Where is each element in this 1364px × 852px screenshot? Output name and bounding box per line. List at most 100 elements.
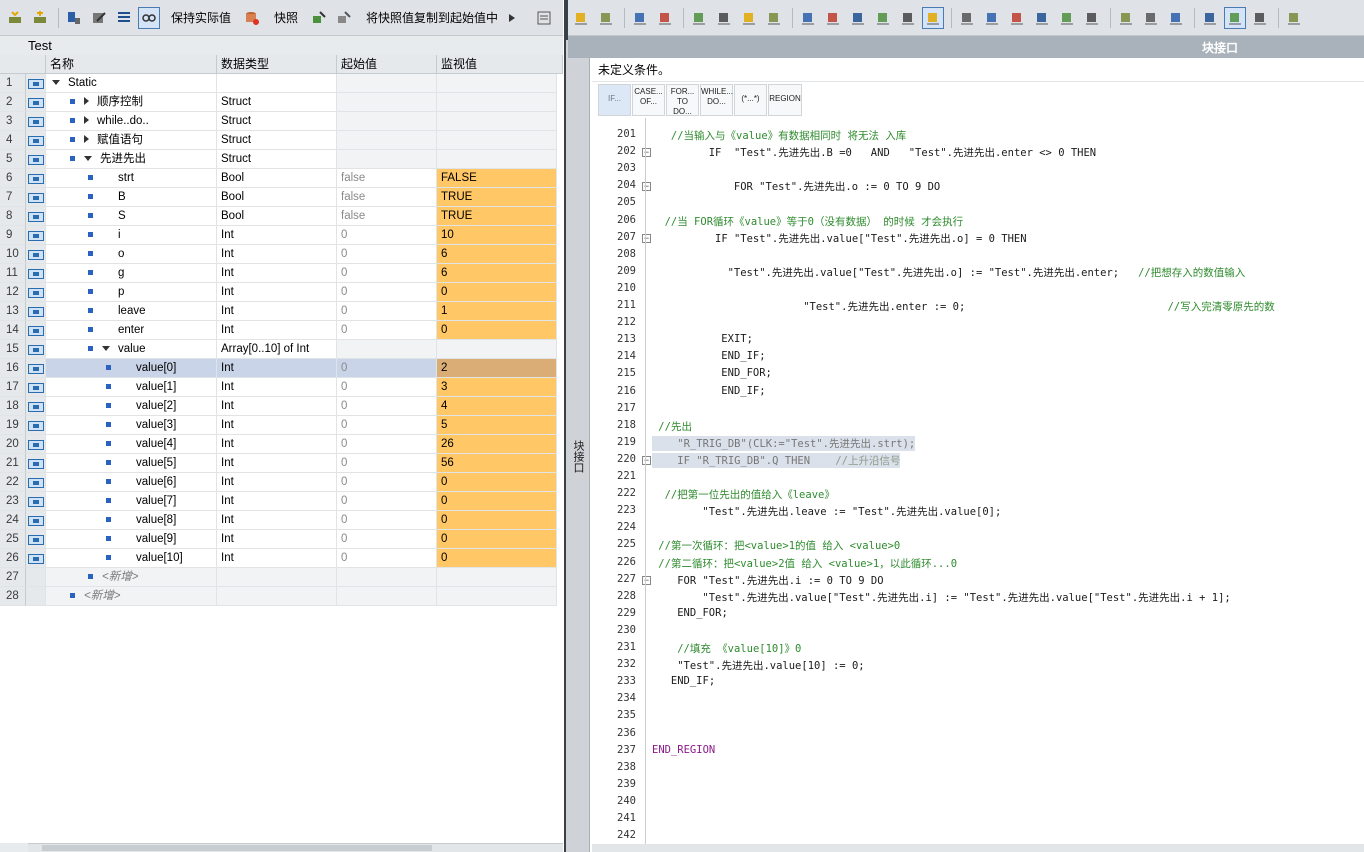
cell-data-type[interactable] [217,587,337,606]
cell-monitor-value[interactable]: 0 [437,511,557,530]
cell-data-type[interactable] [217,74,337,93]
code-line[interactable]: END_IF; [721,385,765,397]
row-number[interactable]: 20 [0,435,26,454]
code-line[interactable]: //先出 [658,419,692,434]
cell-name[interactable]: value[10] [46,549,217,568]
cell-name[interactable]: i [46,226,217,245]
cell-monitor-value[interactable]: 26 [437,435,557,454]
monitor-icon[interactable] [63,7,85,29]
cell-name[interactable]: value [46,340,217,359]
row-number[interactable]: 22 [0,473,26,492]
cell-monitor-value[interactable] [437,93,557,112]
table-row[interactable]: 21 value[5] Int 0 56 [0,454,563,473]
snippet-button[interactable]: (*...*) [734,84,767,116]
row-number[interactable]: 2 [0,93,26,112]
code-line[interactable]: "Test".先进先出.value[10] := 0; [677,658,864,673]
row-number[interactable]: 23 [0,492,26,511]
add-row-icon[interactable] [595,7,617,29]
code-line[interactable]: END_IF; [671,675,715,687]
bookmark-icon[interactable] [763,7,785,29]
cell-data-type[interactable]: Bool [217,169,337,188]
cell-monitor-value[interactable]: 0 [437,530,557,549]
snippet-button[interactable]: FOR... TO DO... [666,84,699,116]
cell-start-value[interactable]: 0 [337,283,437,302]
cell-name[interactable]: 赋值语句 [46,131,217,150]
cell-name[interactable]: 先进先出 [46,150,217,169]
code-line[interactable]: END_FOR; [677,607,728,619]
row-number[interactable]: 11 [0,264,26,283]
cell-name[interactable]: value[6] [46,473,217,492]
snippet-button[interactable]: IF... [598,84,631,116]
cell-data-type[interactable]: Int [217,492,337,511]
cell-start-value[interactable]: 0 [337,530,437,549]
table-row[interactable]: 24 value[8] Int 0 0 [0,511,563,530]
cell-start-value[interactable]: 0 [337,549,437,568]
cell-monitor-value[interactable]: 2 [437,359,557,378]
tag-icon[interactable] [897,7,919,29]
code-line[interactable]: FOR "Test".先进先出.o := 0 TO 9 DO [734,179,940,194]
row-number[interactable]: 25 [0,530,26,549]
table-row[interactable]: 15 value Array[0..10] of Int [0,340,563,359]
insert-row-icon[interactable] [570,7,592,29]
cell-monitor-value[interactable] [437,150,557,169]
code-line[interactable]: "Test".先进先出.value["Test".先进先出.o] := "Tes… [728,265,1246,280]
cell-name[interactable]: value[4] [46,435,217,454]
cell-name[interactable]: S [46,207,217,226]
interface-bar-label[interactable]: 块接口 [1202,39,1238,56]
row-number[interactable]: 12 [0,283,26,302]
header-monitor-value[interactable]: 监视值 [437,55,563,74]
cell-monitor-value[interactable]: FALSE [437,169,557,188]
code-line[interactable]: END_REGION [652,744,715,756]
cell-start-value[interactable]: 0 [337,397,437,416]
cell-start-value[interactable] [337,568,437,587]
cell-monitor-value[interactable]: 1 [437,302,557,321]
scl-code-editor[interactable]: 201//当输入与《value》有数据相同时 将无法 入库 202− IF "Tes… [592,118,1364,844]
cell-name[interactable]: g [46,264,217,283]
cell-name[interactable]: Static [46,74,217,93]
outdent-icon[interactable] [956,7,978,29]
copy-snapshot-to-start-button[interactable]: 将快照值复制到起始值中 [366,9,498,26]
code-line[interactable]: IF "Test".先进先出.B =0 AND "Test".先进先出.ente… [709,145,1096,160]
uncomment-icon[interactable] [1081,7,1103,29]
snippet-button[interactable]: CASE... OF... [632,84,665,116]
cell-name[interactable]: <新增> [46,587,217,606]
fold-icon[interactable]: − [642,575,651,585]
header-start-value[interactable]: 起始值 [337,55,437,74]
cell-start-value[interactable]: 0 [337,378,437,397]
row-number[interactable]: 16 [0,359,26,378]
cell-data-type[interactable]: Struct [217,93,337,112]
cell-data-type[interactable] [217,568,337,587]
expand-arrow-icon[interactable] [84,97,89,105]
table-row[interactable]: 3 while..do.. Struct [0,112,563,131]
collapse-arrow-icon[interactable] [84,156,92,161]
settings-list-icon[interactable] [533,7,555,29]
cell-data-type[interactable]: Int [217,435,337,454]
row-number[interactable]: 18 [0,397,26,416]
edit-icon[interactable] [88,7,110,29]
cell-monitor-value[interactable]: 0 [437,549,557,568]
table-row[interactable]: 10 o Int 0 6 [0,245,563,264]
cell-data-type[interactable]: Int [217,454,337,473]
table-row[interactable]: 13 leave Int 0 1 [0,302,563,321]
table-row[interactable]: 8 S Bool false TRUE [0,207,563,226]
cell-start-value[interactable]: 0 [337,492,437,511]
header-name[interactable]: 名称 [46,55,217,74]
collapse-arrow-icon[interactable] [102,346,110,351]
cell-name[interactable]: strt [46,169,217,188]
snapshot-load-icon[interactable] [308,7,330,29]
cell-start-value[interactable]: 0 [337,511,437,530]
cell-start-value[interactable]: 0 [337,473,437,492]
row-number[interactable]: 24 [0,511,26,530]
row-number[interactable]: 3 [0,112,26,131]
indent-icon[interactable] [629,7,651,29]
insert-row-icon[interactable] [4,7,26,29]
table-row[interactable]: 20 value[4] Int 0 26 [0,435,563,454]
monitor-all-icon[interactable] [1249,7,1271,29]
cell-name[interactable]: value[3] [46,416,217,435]
code-line[interactable]: //当输入与《value》有数据相同时 将无法 入库 [671,128,906,143]
clear-breakpoint-icon[interactable] [822,7,844,29]
expand-arrow-icon[interactable] [84,116,89,124]
monitor-icon[interactable] [654,7,676,29]
cell-start-value[interactable] [337,340,437,359]
code-line[interactable]: IF "R_TRIG_DB".Q THEN //上升沿信号 [652,452,901,468]
